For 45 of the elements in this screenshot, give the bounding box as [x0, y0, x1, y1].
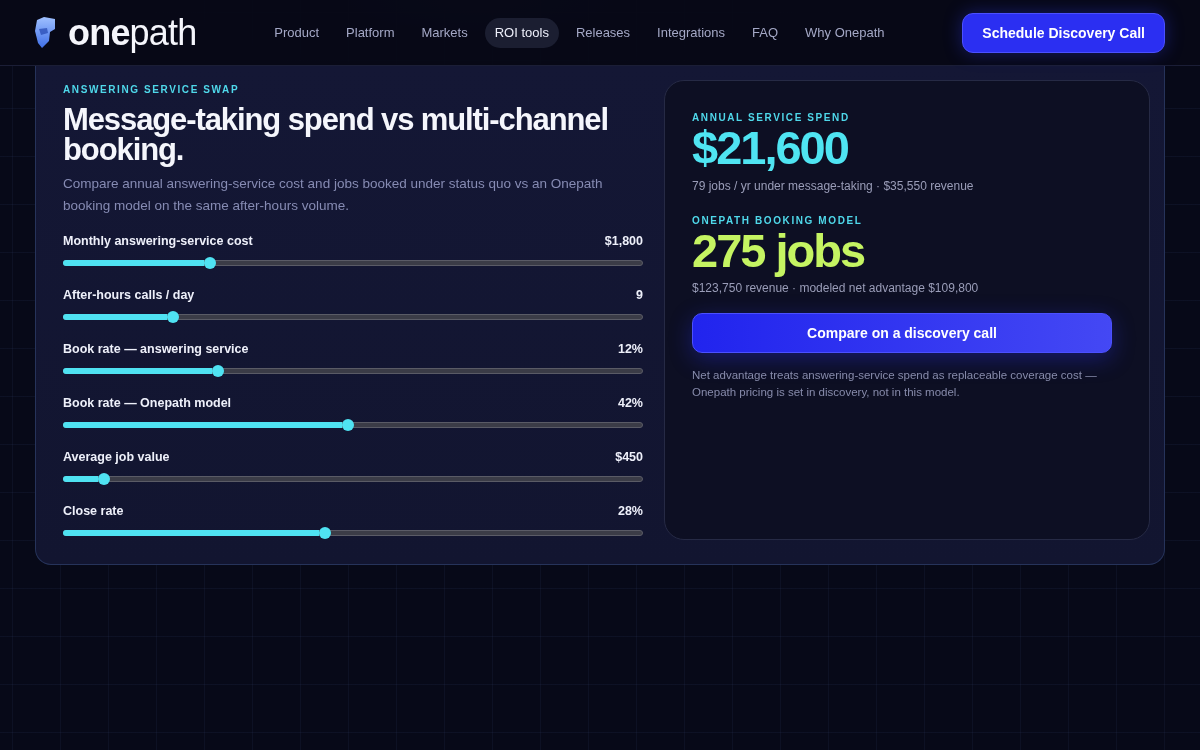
slider-label: Book rate — answering service	[63, 341, 249, 358]
slider-track[interactable]	[63, 526, 643, 540]
slider-label: Monthly answering-service cost	[63, 233, 253, 250]
slider-track[interactable]	[63, 310, 643, 324]
slider-value: 28%	[617, 503, 643, 520]
metric-label: ANNUAL SERVICE SPEND	[692, 111, 851, 125]
section-eyebrow: ANSWERING SERVICE SWAP	[63, 83, 241, 97]
metric-label: ONEPATH BOOKING MODEL	[692, 214, 864, 228]
slider-value: 12%	[617, 341, 643, 358]
nav-link[interactable]: Why Onepath	[795, 17, 895, 48]
nav-link[interactable]: Platform	[336, 17, 405, 48]
schedule-call-button[interactable]: Schedule Discovery Call	[962, 12, 1165, 53]
metric-value: $21,600	[692, 125, 849, 171]
slider-value: $1,800	[604, 233, 643, 250]
slider-value: 42%	[617, 395, 643, 412]
calculator-title: Message-taking spend vs multi-channel booking.	[63, 105, 609, 165]
slider-label: Close rate	[63, 503, 124, 520]
nav-link[interactable]: Integrations	[647, 17, 736, 48]
slider-thumb[interactable]	[167, 311, 180, 323]
slider-label: Average job value	[63, 449, 170, 466]
nav-link[interactable]: Product	[264, 17, 330, 48]
slider-label: After-hours calls / day	[63, 287, 195, 304]
metric-detail: 79 jobs / yr under message-taking · $35,550 revenue	[692, 178, 975, 195]
nav-link[interactable]: ROI tools	[484, 17, 559, 48]
nav-link[interactable]: FAQ	[742, 17, 789, 48]
slider-thumb[interactable]	[98, 473, 111, 485]
nav-link[interactable]: Releases	[565, 17, 641, 48]
slider-thumb[interactable]	[204, 257, 217, 269]
slider-track[interactable]	[63, 472, 643, 486]
metric-detail: $123,750 revenue · modeled net advantage $109,800	[692, 280, 980, 297]
slider-thumb[interactable]	[212, 365, 225, 377]
slider-thumb[interactable]	[341, 419, 354, 431]
compare-call-button[interactable]: Compare on a discovery call	[692, 313, 1112, 353]
nav-link[interactable]: Markets	[411, 17, 478, 48]
slider-track[interactable]	[63, 364, 643, 378]
calculator-description: Compare annual answering-service cost and jobs booked under status quo vs an Onepath booking model on the same after-hours volume.	[63, 175, 604, 215]
model-note: Net advantage treats answering-service spend as replaceable coverage cost — Onepath pricing is set in discovery, not in this model.	[692, 368, 1098, 400]
slider-label: Book rate — Onepath model	[63, 395, 232, 412]
logo-wordmark[interactable]: onepath	[68, 14, 197, 51]
logo-icon	[35, 17, 56, 48]
slider-value: $450	[615, 449, 643, 466]
slider-value: 9	[636, 287, 643, 304]
slider-track[interactable]	[63, 418, 643, 432]
slider-thumb[interactable]	[319, 527, 332, 539]
slider-track[interactable]	[63, 256, 643, 270]
